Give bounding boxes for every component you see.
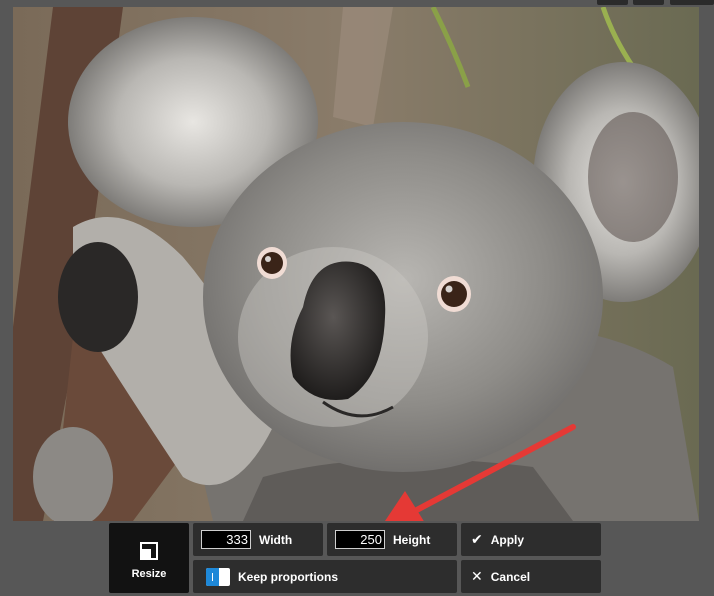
window-button-3[interactable]: [670, 0, 714, 5]
cancel-label: Cancel: [490, 569, 531, 584]
resize-tool-button[interactable]: Resize: [109, 523, 189, 593]
apply-button[interactable]: ✔ Apply: [461, 523, 601, 556]
toggle-knob: [206, 567, 219, 586]
width-input[interactable]: [201, 530, 251, 549]
koala-photo: [13, 7, 699, 521]
close-icon: ✕: [471, 568, 483, 584]
window-button-1[interactable]: [597, 0, 628, 5]
resize-label: Resize: [131, 568, 167, 580]
checkmark-icon: ✔: [471, 531, 483, 547]
height-input[interactable]: [335, 530, 385, 549]
keep-proportions-label: Keep proportions: [238, 569, 339, 584]
keep-proportions-toggle[interactable]: [206, 567, 230, 586]
apply-label: Apply: [490, 532, 525, 547]
width-control: Width: [193, 523, 323, 556]
keep-proportions-control[interactable]: Keep proportions: [193, 560, 457, 593]
resize-icon: [140, 542, 158, 560]
height-label: Height: [393, 532, 431, 547]
height-control: Height: [327, 523, 457, 556]
image-canvas: [13, 7, 699, 521]
width-label: Width: [259, 532, 293, 547]
cancel-button[interactable]: ✕ Cancel: [461, 560, 601, 593]
window-button-2[interactable]: [633, 0, 664, 5]
